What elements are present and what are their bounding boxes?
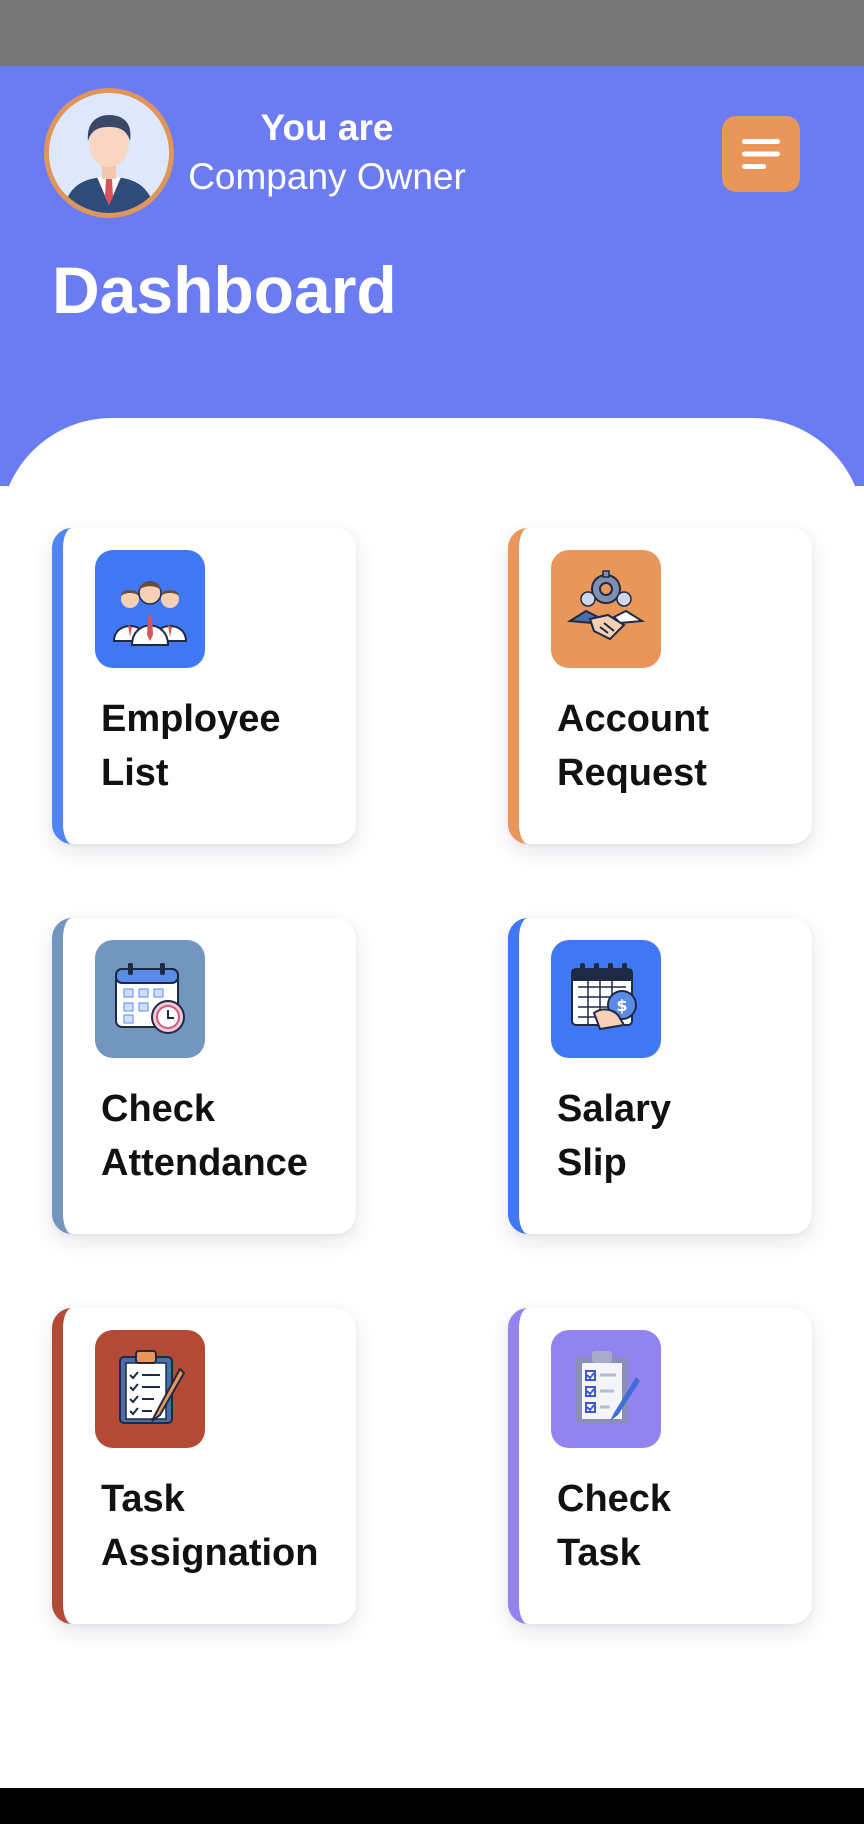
salary-calendar-icon: $: [571, 963, 637, 1031]
card-label-line2: Slip: [557, 1142, 627, 1184]
handshake-gear-icon: [566, 570, 646, 641]
calendar-clock-icon: [115, 963, 185, 1034]
check-task-card[interactable]: Check Task: [508, 1308, 812, 1624]
check-task-icon-tile: [551, 1330, 661, 1448]
role-name: Company Owner: [188, 156, 466, 197]
role-info: You are Company Owner: [180, 104, 474, 202]
employee-list-icon-tile: [95, 550, 205, 668]
businessman-avatar-icon: [49, 93, 169, 213]
menu-lines-icon: [742, 139, 780, 169]
card-label-line1: Check: [101, 1088, 216, 1130]
system-navigation-bar: [0, 1788, 864, 1824]
card-label-line2: List: [101, 752, 169, 794]
card-label-line2: Attendance: [101, 1142, 308, 1184]
card-label-line2: Assignation: [101, 1532, 319, 1574]
svg-text:$: $: [616, 996, 627, 1015]
check-task-label: Check Task: [557, 1472, 671, 1580]
card-label-line1: Task: [101, 1478, 185, 1520]
checklist-icon: [576, 1351, 640, 1423]
account-request-label: Account Request: [557, 692, 709, 800]
check-attendance-icon-tile: [95, 940, 205, 1058]
card-label-line2: Request: [557, 752, 707, 794]
check-attendance-label: Check Attendance: [101, 1082, 308, 1190]
menu-button[interactable]: [722, 116, 800, 192]
team-icon: [112, 581, 188, 646]
salary-slip-card[interactable]: $ Salary Slip: [508, 918, 812, 1234]
card-label-line1: Salary: [557, 1088, 672, 1130]
status-bar: [0, 0, 864, 66]
check-attendance-card[interactable]: Check Attendance: [52, 918, 356, 1234]
task-assignation-label: Task Assignation: [101, 1472, 318, 1580]
task-assignation-icon-tile: [95, 1330, 205, 1448]
salary-slip-icon-tile: $: [551, 940, 661, 1058]
card-label-line1: Account: [557, 698, 709, 740]
avatar[interactable]: [44, 88, 174, 218]
employee-list-card[interactable]: Employee List: [52, 528, 356, 844]
clipboard-pencil-icon: [119, 1350, 186, 1424]
page-title: Dashboard: [52, 253, 397, 327]
card-label-line1: Employee: [101, 698, 281, 740]
card-label-line1: Check: [557, 1478, 672, 1520]
task-assignation-card[interactable]: Task Assignation: [52, 1308, 356, 1624]
account-request-card[interactable]: Account Request: [508, 528, 812, 844]
card-label-line2: Task: [557, 1532, 641, 1574]
role-prefix: You are: [260, 107, 394, 148]
salary-slip-label: Salary Slip: [557, 1082, 671, 1190]
account-request-icon-tile: [551, 550, 661, 668]
employee-list-label: Employee List: [101, 692, 281, 800]
